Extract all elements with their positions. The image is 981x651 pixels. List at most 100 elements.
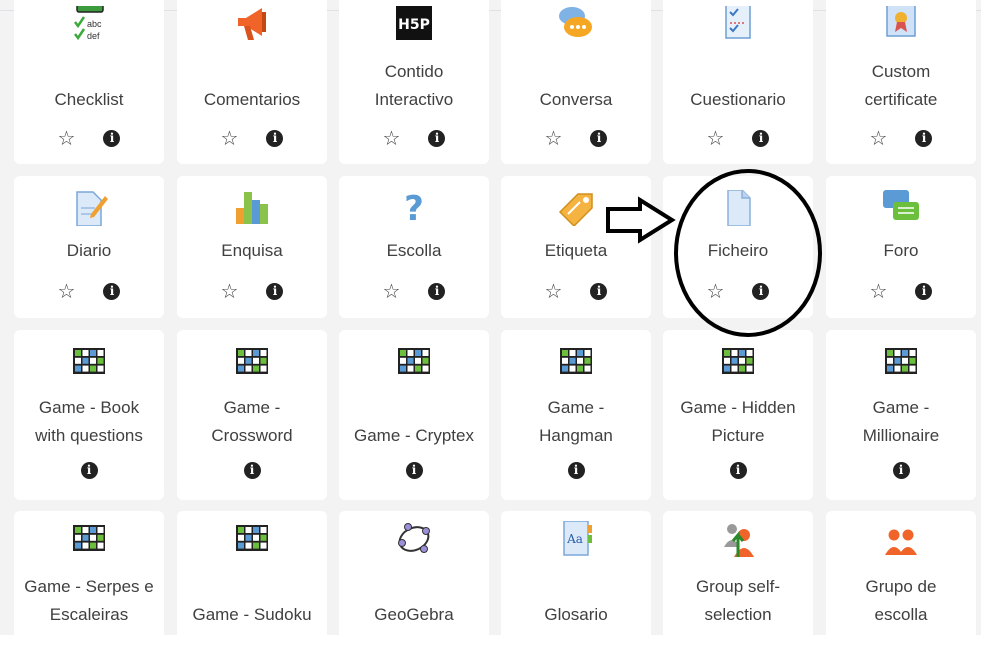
activity-label-line: Diario (66, 241, 112, 260)
activity-actions: ☆ i (177, 126, 327, 150)
activity-label-line: Escaleiras (49, 605, 129, 624)
glossary-icon: Aa (556, 520, 596, 557)
star-icon[interactable]: ☆ (58, 281, 76, 301)
activity-actions: ☆ i (501, 126, 651, 150)
star-icon[interactable]: ☆ (383, 281, 401, 301)
svg-text:def: def (87, 31, 100, 41)
activity-label-line: Custom (871, 62, 931, 81)
geogebra-icon (394, 521, 434, 557)
activity-label-line: Escolla (386, 241, 442, 260)
info-icon[interactable]: i (729, 461, 747, 479)
game-board-icon (69, 344, 109, 380)
star-icon[interactable]: ☆ (870, 128, 888, 148)
info-icon[interactable]: i (752, 282, 770, 300)
activity-tile[interactable]: Aa Glosario (501, 511, 651, 651)
star-icon[interactable]: ☆ (58, 128, 76, 148)
activity-label-line: Group self- (695, 577, 781, 596)
activity-tile[interactable]: Game - Cryptex i (339, 330, 489, 500)
activity-actions: ☆ i (339, 126, 489, 150)
info-icon[interactable]: i (243, 461, 261, 479)
certificate-icon (881, 3, 921, 42)
activity-label: Escolla (347, 237, 481, 265)
activity-tile[interactable]: Game - Sudoku (177, 511, 327, 651)
activity-tile[interactable]: Cuestionario ☆ i (663, 0, 813, 164)
activity-label-line: Game - (547, 398, 605, 417)
info-icon[interactable]: i (266, 282, 284, 300)
activity-label: Game - Hangman (509, 394, 643, 450)
activity-tile[interactable]: Conversa ☆ i (501, 0, 651, 164)
activity-label-line: Conversa (539, 90, 613, 109)
activity-label: Contido Interactivo (347, 58, 481, 114)
star-icon[interactable]: ☆ (383, 128, 401, 148)
info-icon[interactable]: i (103, 282, 121, 300)
info-icon[interactable]: i (892, 461, 910, 479)
activity-tile[interactable]: Foro ☆ i (826, 176, 976, 318)
activity-tile[interactable]: Enquisa ☆ i (177, 176, 327, 318)
activity-label-line: selection (704, 605, 772, 624)
activity-tile[interactable]: Game - Serpes e Escaleiras (14, 511, 164, 651)
activity-actions: ☆ i (826, 126, 976, 150)
star-icon[interactable]: ☆ (545, 281, 563, 301)
activity-label-line: Game - Book (38, 398, 140, 417)
star-icon[interactable]: ☆ (707, 128, 725, 148)
info-icon[interactable]: i (590, 129, 608, 147)
activity-tile[interactable]: ? Escolla ☆ i (339, 176, 489, 318)
game-board-icon (718, 344, 758, 380)
activity-label: Foro (834, 237, 968, 265)
activity-actions: i (501, 458, 651, 482)
activity-tile[interactable]: Group self-selection (663, 511, 813, 651)
activity-tile[interactable]: Game - Hangman i (501, 330, 651, 500)
activity-tile[interactable]: H5P Contido Interactivo ☆ i (339, 0, 489, 164)
info-icon[interactable]: i (266, 129, 284, 147)
activity-tile[interactable]: Grupo de escolla (826, 511, 976, 651)
activity-tile[interactable]: abc def Checklist ☆ i (14, 0, 164, 164)
activity-actions: i (339, 458, 489, 482)
activity-tile[interactable]: Custom certificate ☆ i (826, 0, 976, 164)
activity-label: Etiqueta (509, 237, 643, 265)
activity-label-line: Etiqueta (544, 241, 608, 260)
star-icon[interactable]: ☆ (545, 128, 563, 148)
activity-label: Custom certificate (834, 58, 968, 114)
info-icon[interactable]: i (428, 282, 446, 300)
activity-actions: i (826, 458, 976, 482)
activity-actions: ☆ i (663, 126, 813, 150)
info-icon[interactable]: i (428, 129, 446, 147)
info-icon[interactable]: i (80, 461, 98, 479)
activity-tile[interactable]: Game - Book with questions i (14, 330, 164, 500)
info-icon[interactable]: i (915, 129, 933, 147)
activity-label: Enquisa (185, 237, 319, 265)
info-icon[interactable]: i (752, 129, 770, 147)
activity-tile[interactable]: Game - Millionaire i (826, 330, 976, 500)
game-board-icon (69, 521, 109, 557)
info-icon[interactable]: i (567, 461, 585, 479)
star-icon[interactable]: ☆ (870, 281, 888, 301)
star-icon[interactable]: ☆ (221, 281, 239, 301)
svg-text:Aa: Aa (566, 532, 583, 546)
activity-label: Game - Crossword (185, 394, 319, 450)
activity-tile[interactable]: Game - Hidden Picture i (663, 330, 813, 500)
star-icon[interactable]: ☆ (221, 128, 239, 148)
svg-text:?: ? (404, 190, 424, 226)
info-icon[interactable]: i (405, 461, 423, 479)
activity-actions: i (177, 458, 327, 482)
activity-actions: i (663, 458, 813, 482)
activity-label-line: Ficheiro (707, 241, 769, 260)
activity-tile[interactable]: Diario ☆ i (14, 176, 164, 318)
forum-icon (881, 190, 921, 226)
activity-label-line: Comentarios (203, 90, 301, 109)
info-icon[interactable]: i (915, 282, 933, 300)
activity-tile[interactable]: Game - Crossword i (177, 330, 327, 500)
info-icon[interactable]: i (590, 282, 608, 300)
star-icon[interactable]: ☆ (707, 281, 725, 301)
activity-tile[interactable]: Comentarios ☆ i (177, 0, 327, 164)
activity-tile[interactable]: GeoGebra (339, 511, 489, 651)
game-board-icon (394, 344, 434, 380)
activity-tile[interactable]: Ficheiro ☆ i (663, 176, 813, 318)
activity-label: Game - Cryptex (347, 422, 481, 450)
activity-label-line: Game - Sudoku (192, 605, 312, 624)
bar-chart-icon (232, 190, 272, 226)
info-icon[interactable]: i (103, 129, 121, 147)
activity-label-line: certificate (864, 90, 938, 109)
activity-label-line: Hangman (539, 426, 613, 445)
activity-tile[interactable]: Etiqueta ☆ i (501, 176, 651, 318)
